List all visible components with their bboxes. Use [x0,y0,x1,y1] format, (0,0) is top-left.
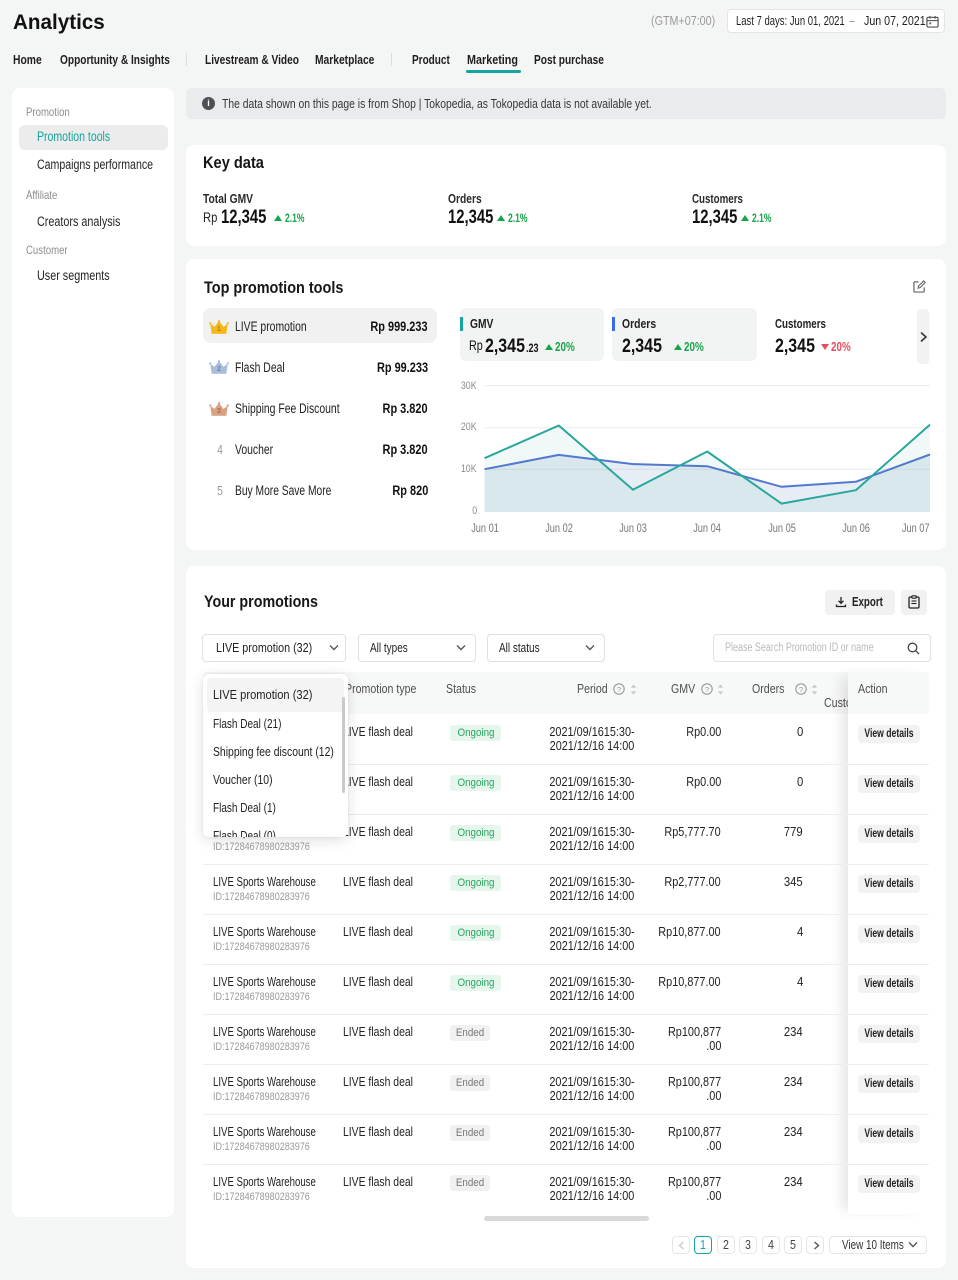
svg-text:?: ? [799,685,803,694]
svg-text:?: ? [705,685,709,694]
svg-text:?: ? [617,685,621,694]
